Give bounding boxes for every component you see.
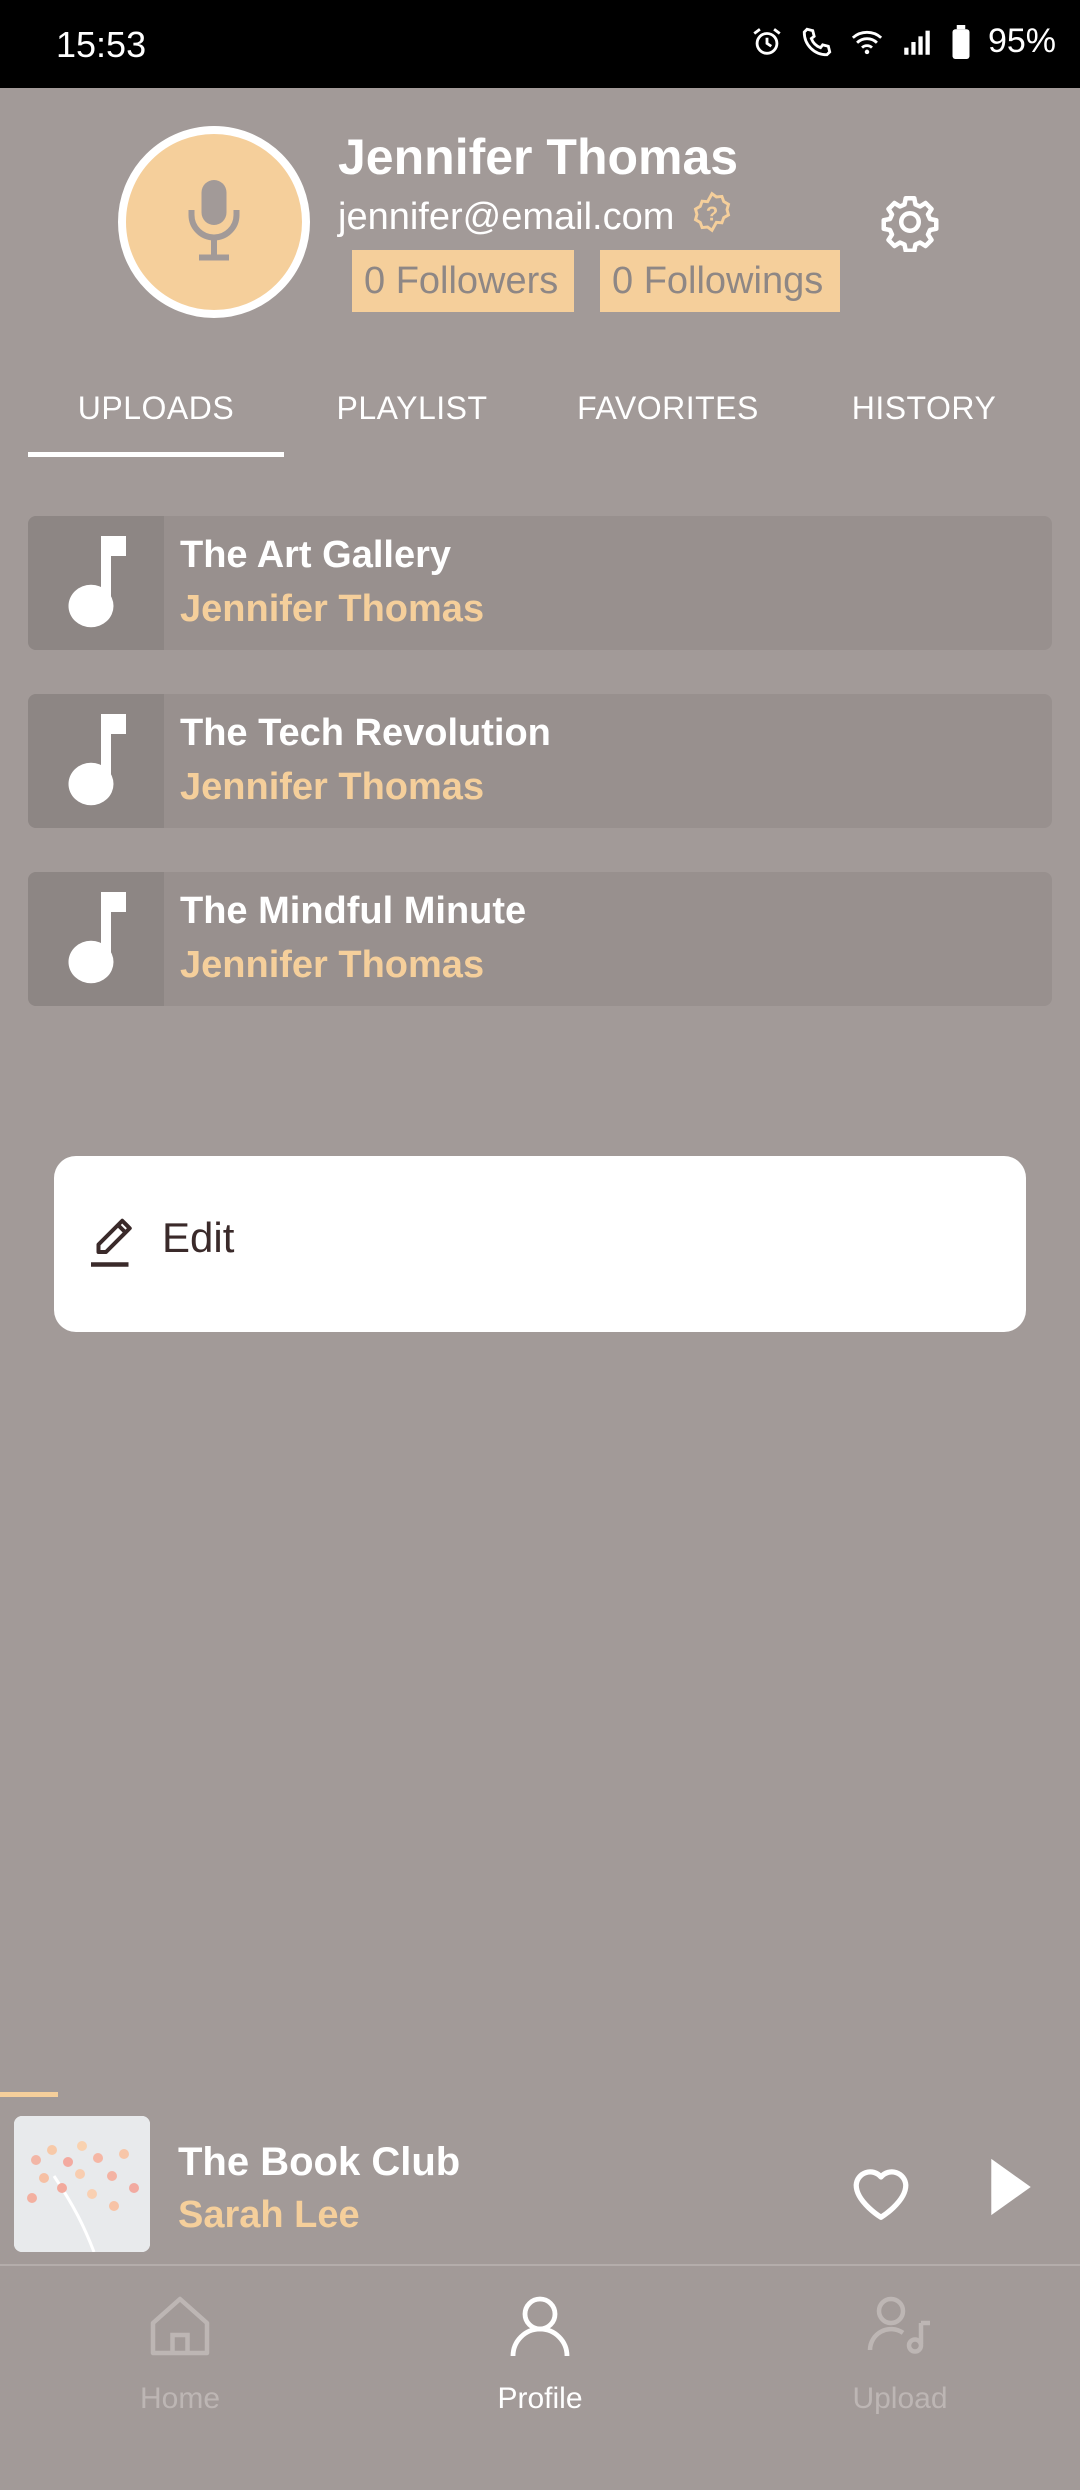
profile-tabs: UPLOADS PLAYLIST FAVORITES HISTORY bbox=[0, 358, 1080, 458]
tab-history[interactable]: HISTORY bbox=[796, 358, 1052, 458]
track-title: The Art Gallery bbox=[180, 534, 452, 576]
upload-music-icon bbox=[864, 2290, 936, 2367]
status-icons: 95% bbox=[750, 22, 1056, 61]
track-artist: Jennifer Thomas bbox=[180, 944, 485, 986]
nav-home-label: Home bbox=[139, 2382, 221, 2415]
profile-email-row: jennifer@email.com ? bbox=[338, 190, 734, 244]
music-note-icon bbox=[61, 887, 131, 992]
now-playing-artwork bbox=[14, 2116, 150, 2252]
track-thumbnail bbox=[28, 694, 164, 828]
now-playing-artist: Sarah Lee bbox=[178, 2194, 360, 2236]
tab-playlist[interactable]: PLAYLIST bbox=[284, 358, 540, 458]
track-title: The Tech Revolution bbox=[180, 712, 551, 754]
nav-profile-label: Profile bbox=[497, 2382, 583, 2415]
nav-upload-label: Upload bbox=[852, 2382, 948, 2415]
microphone-icon bbox=[179, 175, 249, 270]
wifi-call-icon bbox=[800, 25, 834, 59]
nav-upload[interactable]: Upload bbox=[720, 2266, 1080, 2490]
music-note-icon bbox=[61, 531, 131, 636]
followers-count[interactable]: 0 Followers bbox=[352, 250, 574, 312]
avatar[interactable] bbox=[118, 126, 310, 318]
wifi-icon bbox=[850, 25, 884, 59]
settings-button[interactable] bbox=[880, 192, 940, 257]
edit-menu-item[interactable]: Edit bbox=[54, 1156, 1026, 1332]
tab-favorites[interactable]: FAVORITES bbox=[540, 358, 796, 458]
mini-player[interactable]: The Book Club Sarah Lee bbox=[0, 2098, 1080, 2252]
profile-email: jennifer@email.com bbox=[338, 195, 675, 238]
track-artist: Jennifer Thomas bbox=[180, 766, 485, 808]
followings-count[interactable]: 0 Followings bbox=[600, 250, 840, 312]
svg-text:?: ? bbox=[706, 203, 718, 225]
home-icon bbox=[144, 2290, 216, 2367]
nav-profile[interactable]: Profile bbox=[360, 2266, 720, 2490]
track-thumbnail bbox=[28, 872, 164, 1006]
gear-icon bbox=[880, 196, 940, 256]
playback-progress bbox=[0, 2092, 58, 2097]
track-title: The Mindful Minute bbox=[180, 890, 527, 932]
play-icon bbox=[988, 2158, 1034, 2222]
battery-percent: 95% bbox=[987, 22, 1056, 60]
verify-help-icon[interactable]: ? bbox=[690, 190, 734, 244]
upload-item[interactable]: The Art Gallery Jennifer Thomas bbox=[28, 516, 1052, 650]
pencil-icon bbox=[86, 1212, 146, 1277]
upload-item[interactable]: The Mindful Minute Jennifer Thomas bbox=[28, 872, 1052, 1006]
heart-icon bbox=[846, 2169, 916, 2228]
favorite-button[interactable] bbox=[846, 2158, 916, 2229]
track-artist: Jennifer Thomas bbox=[180, 588, 485, 630]
tab-uploads[interactable]: UPLOADS bbox=[28, 358, 284, 458]
upload-item[interactable]: The Tech Revolution Jennifer Thomas bbox=[28, 694, 1052, 828]
play-button[interactable] bbox=[988, 2156, 1034, 2223]
battery-icon bbox=[950, 24, 972, 59]
status-time: 15:53 bbox=[56, 24, 147, 65]
profile-name: Jennifer Thomas bbox=[338, 129, 739, 185]
active-tab-indicator bbox=[28, 452, 284, 457]
status-bar: 15:53 95% bbox=[0, 0, 1080, 88]
signal-icon bbox=[900, 25, 934, 59]
profile-screen: Jennifer Thomas jennifer@email.com ? 0 F… bbox=[0, 88, 1080, 2415]
nav-home[interactable]: Home bbox=[0, 2266, 360, 2490]
context-menu: Edit bbox=[54, 1156, 1026, 1332]
now-playing-title: The Book Club bbox=[178, 2140, 461, 2184]
music-note-icon bbox=[61, 709, 131, 814]
person-icon bbox=[504, 2290, 576, 2367]
track-thumbnail bbox=[28, 516, 164, 650]
edit-label: Edit bbox=[162, 1214, 235, 1261]
bottom-navigation: Home Profile Upload bbox=[0, 2264, 1080, 2490]
alarm-icon bbox=[750, 25, 784, 59]
